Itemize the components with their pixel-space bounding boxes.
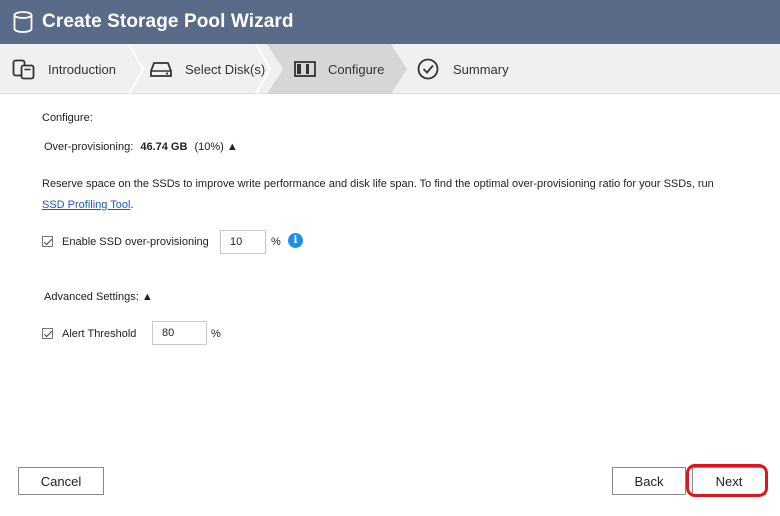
step-configure: Configure	[293, 44, 384, 94]
step-label: Introduction	[48, 61, 116, 77]
title-bar: Create Storage Pool Wizard	[0, 0, 780, 44]
description-text: Reserve space on the SSDs to improve wri…	[42, 178, 714, 190]
enable-ssd-label: Enable SSD over-provisioning	[62, 236, 209, 248]
step-separator	[128, 44, 144, 94]
configure-icon	[293, 57, 317, 81]
step-summary: Summary	[417, 44, 509, 94]
overprovisioning-value: 46.74 GB	[140, 141, 188, 153]
step-introduction: Introduction	[12, 44, 116, 94]
alert-threshold-label: Alert Threshold	[62, 328, 137, 340]
next-button[interactable]: Next	[692, 467, 766, 495]
overprovisioning-input[interactable]	[220, 230, 266, 254]
overprovisioning-label: Over-provisioning:	[44, 141, 134, 153]
advanced-settings-label: Advanced Settings:	[44, 291, 139, 303]
disk-icon	[149, 57, 173, 81]
info-icon[interactable]: i	[288, 233, 303, 248]
nas-icon	[12, 57, 36, 81]
collapse-toggle-icon[interactable]: ▲	[142, 291, 153, 303]
overprovisioning-percent: (10%)	[194, 141, 224, 153]
step-select-disks: Select Disk(s)	[149, 44, 265, 94]
back-button[interactable]: Back	[612, 467, 686, 495]
step-label: Select Disk(s)	[185, 61, 266, 77]
description-link-line: SSD Profiling Tool.	[42, 199, 134, 211]
enable-ssd-checkbox[interactable]	[42, 236, 53, 247]
link-suffix: .	[130, 199, 134, 211]
alert-threshold-unit: %	[211, 328, 221, 340]
section-label: Configure:	[42, 112, 93, 124]
alert-threshold-input[interactable]	[152, 321, 207, 345]
overprovisioning-summary[interactable]: Over-provisioning: 46.74 GB (10%) ▲	[44, 141, 238, 153]
advanced-settings-toggle[interactable]: Advanced Settings: ▲	[44, 291, 153, 303]
database-icon	[13, 11, 33, 33]
window-title: Create Storage Pool Wizard	[42, 11, 294, 32]
step-label: Summary	[453, 61, 509, 77]
overprovisioning-unit: %	[271, 236, 281, 248]
wizard-steps: Introduction Select Disk(s) Configure Su…	[0, 44, 780, 94]
ssd-profiling-tool-link[interactable]: SSD Profiling Tool	[42, 199, 130, 211]
step-label: Configure	[328, 61, 385, 77]
expand-toggle-icon[interactable]: ▲	[227, 141, 238, 153]
cancel-button[interactable]: Cancel	[18, 467, 104, 495]
alert-threshold-checkbox[interactable]	[42, 328, 53, 339]
check-circle-icon	[417, 57, 441, 81]
